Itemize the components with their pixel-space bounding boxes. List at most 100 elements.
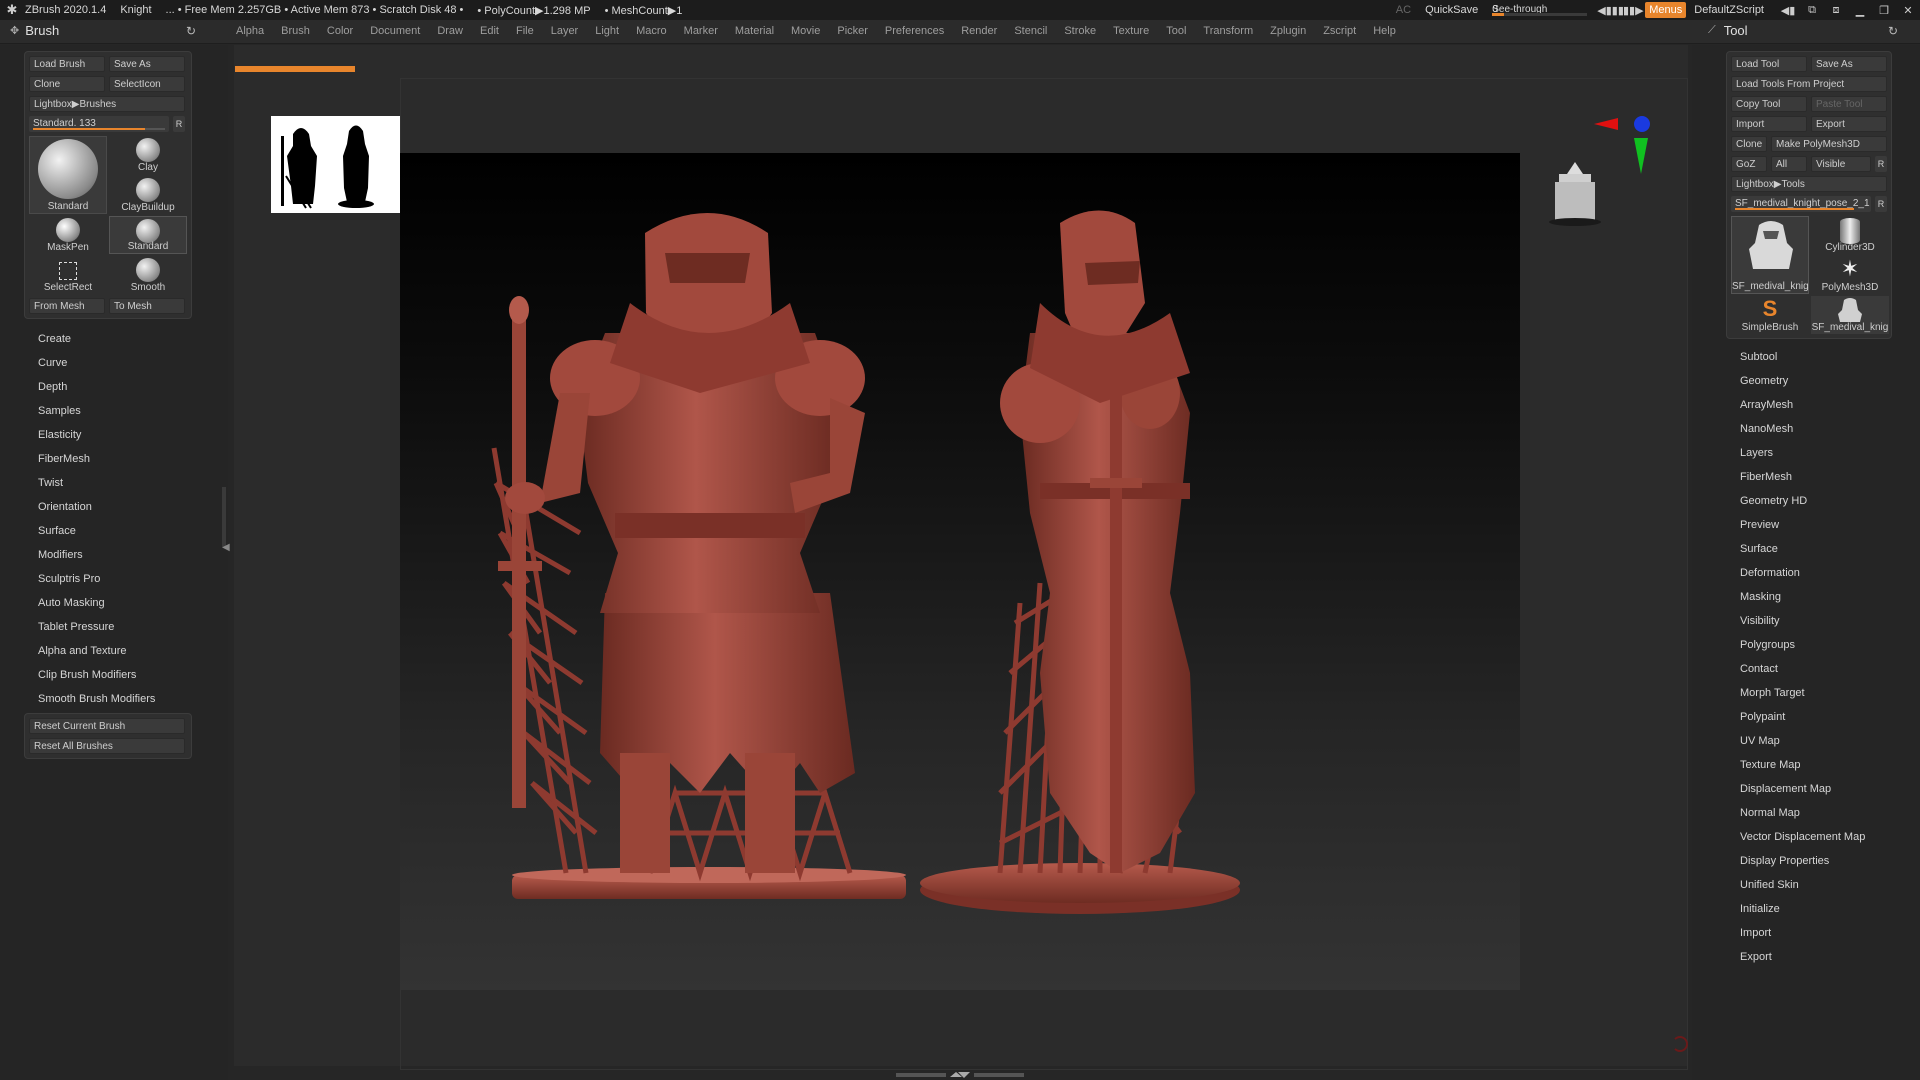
tool-submenu-uv-map[interactable]: UV Map [1740, 735, 1780, 747]
brush-palette-title[interactable]: ✥ Brush [10, 23, 59, 38]
tool-submenu-layers[interactable]: Layers [1740, 447, 1773, 459]
seethrough-slider[interactable]: See-through 0 [1492, 2, 1588, 18]
menu-preferences[interactable]: Preferences [885, 25, 944, 37]
menu-picker[interactable]: Picker [837, 25, 868, 37]
menu-material[interactable]: Material [735, 25, 774, 37]
brush-submenu-elasticity[interactable]: Elasticity [38, 429, 81, 441]
current-brush-standard[interactable]: Standard [29, 136, 107, 214]
tool-submenu-arraymesh[interactable]: ArrayMesh [1740, 399, 1793, 411]
goz-all-button[interactable]: All [1771, 156, 1807, 172]
tool-submenu-deformation[interactable]: Deformation [1740, 567, 1800, 579]
tool-save-as-button[interactable]: Save As [1811, 56, 1887, 72]
brush-submenu-curve[interactable]: Curve [38, 357, 67, 369]
load-brush-button[interactable]: Load Brush [29, 56, 105, 72]
tool-submenu-polygroups[interactable]: Polygroups [1740, 639, 1795, 651]
save-as-button[interactable]: Save As [109, 56, 185, 72]
tool-pin-icon[interactable]: ⟋ [1708, 24, 1716, 37]
tool-submenu-surface[interactable]: Surface [1740, 543, 1778, 555]
menu-zscript[interactable]: Zscript [1323, 25, 1356, 37]
tool-slider[interactable]: SF_medival_knight_pose_2_1 [1731, 196, 1871, 212]
brush-selectrect[interactable]: SelectRect [29, 256, 107, 294]
goz-button[interactable]: GoZ [1731, 156, 1767, 172]
tool-submenu-display-properties[interactable]: Display Properties [1740, 855, 1829, 867]
menu-marker[interactable]: Marker [684, 25, 718, 37]
tool-submenu-unified-skin[interactable]: Unified Skin [1740, 879, 1799, 891]
navigation-mannequin-icon[interactable] [1545, 160, 1605, 228]
brush-reset-icon[interactable]: ↻ [186, 24, 196, 38]
tool-palette-title[interactable]: ⟋ Tool [1708, 23, 1748, 38]
goz-r-button[interactable]: R [1875, 156, 1887, 172]
brush-submenu-smooth-brush-modifiers[interactable]: Smooth Brush Modifiers [38, 693, 155, 705]
menu-macro[interactable]: Macro [636, 25, 667, 37]
load-tools-from-project-button[interactable]: Load Tools From Project [1731, 76, 1887, 92]
brush-submenu-create[interactable]: Create [38, 333, 71, 345]
menu-document[interactable]: Document [370, 25, 420, 37]
brush-r-button[interactable]: R [173, 116, 185, 132]
reset-all-brushes-button[interactable]: Reset All Brushes [29, 738, 185, 754]
layout-icon[interactable]: ◀▮ [1776, 4, 1800, 17]
tool-submenu-morph-target[interactable]: Morph Target [1740, 687, 1805, 699]
brush-smooth[interactable]: Smooth [109, 256, 187, 294]
reset-current-brush-button[interactable]: Reset Current Brush [29, 718, 185, 734]
tool-submenu-texture-map[interactable]: Texture Map [1740, 759, 1801, 771]
tool-submenu-contact[interactable]: Contact [1740, 663, 1778, 675]
brush-clay[interactable]: Clay [109, 136, 187, 174]
close-icon[interactable]: ✕ [1896, 4, 1920, 17]
brush-submenu-samples[interactable]: Samples [38, 405, 81, 417]
lightbox-brushes-button[interactable]: Lightbox▶Brushes [29, 96, 185, 112]
menu-edit[interactable]: Edit [480, 25, 499, 37]
menu-stencil[interactable]: Stencil [1014, 25, 1047, 37]
tool-simplebrush[interactable]: S SimpleBrush [1731, 296, 1809, 334]
restore-icon[interactable]: ❐ [1872, 4, 1896, 17]
lightbox-tools-button[interactable]: Lightbox▶Tools [1731, 176, 1887, 192]
clone-button[interactable]: Clone [29, 76, 105, 92]
tool-knight-small[interactable]: SF_medival_knig [1811, 296, 1889, 334]
brush-submenu-clip-brush-modifiers[interactable]: Clip Brush Modifiers [38, 669, 136, 681]
tool-clone-button[interactable]: Clone [1731, 136, 1767, 152]
menu-alpha[interactable]: Alpha [236, 25, 264, 37]
brush-submenu-alpha-and-texture[interactable]: Alpha and Texture [38, 645, 126, 657]
menu-movie[interactable]: Movie [791, 25, 820, 37]
brush-submenu-orientation[interactable]: Orientation [38, 501, 92, 513]
layout-switch-icon[interactable]: ⧉ [1800, 4, 1824, 17]
menu-file[interactable]: File [516, 25, 534, 37]
3d-viewport[interactable] [400, 153, 1520, 990]
collapse-left-icon[interactable]: ◀ [222, 542, 230, 553]
to-mesh-button[interactable]: To Mesh [109, 298, 185, 314]
tool-submenu-fibermesh[interactable]: FiberMesh [1740, 471, 1792, 483]
menu-light[interactable]: Light [595, 25, 619, 37]
default-zscript-button[interactable]: DefaultZScript [1694, 4, 1764, 16]
brush-maskpen[interactable]: MaskPen [29, 216, 107, 254]
brush-standard[interactable]: Standard [109, 216, 187, 254]
menu-render[interactable]: Render [961, 25, 997, 37]
menu-color[interactable]: Color [327, 25, 353, 37]
menu-brush[interactable]: Brush [281, 25, 310, 37]
from-mesh-button[interactable]: From Mesh [29, 298, 105, 314]
menu-layer[interactable]: Layer [551, 25, 579, 37]
tool-cylinder3d[interactable]: Cylinder3D [1811, 216, 1889, 254]
left-tray-grip[interactable] [222, 487, 226, 547]
menu-zplugin[interactable]: Zplugin [1270, 25, 1306, 37]
tool-polymesh3d[interactable]: ✶ PolyMesh3D [1811, 256, 1889, 294]
menu-transform[interactable]: Transform [1203, 25, 1253, 37]
tool-submenu-subtool[interactable]: Subtool [1740, 351, 1777, 363]
tool-submenu-nanomesh[interactable]: NanoMesh [1740, 423, 1793, 435]
goz-visible-button[interactable]: Visible [1811, 156, 1871, 172]
brush-submenu-tablet-pressure[interactable]: Tablet Pressure [38, 621, 114, 633]
tool-submenu-geometry-hd[interactable]: Geometry HD [1740, 495, 1807, 507]
brush-submenu-modifiers[interactable]: Modifiers [38, 549, 83, 561]
quicksave-button[interactable]: QuickSave [1425, 4, 1478, 16]
tool-submenu-export[interactable]: Export [1740, 951, 1772, 963]
tool-submenu-masking[interactable]: Masking [1740, 591, 1781, 603]
brush-submenu-auto-masking[interactable]: Auto Masking [38, 597, 105, 609]
menu-draw[interactable]: Draw [437, 25, 463, 37]
zoom-ui-icon[interactable]: ◀▮▮▮ [1597, 4, 1624, 17]
brush-submenu-twist[interactable]: Twist [38, 477, 63, 489]
minimize-icon[interactable]: ▁ [1848, 4, 1872, 17]
reference-silhouette-image[interactable] [271, 116, 400, 213]
brush-claybuildup[interactable]: ClayBuildup [109, 176, 187, 214]
tool-reset-icon[interactable]: ↻ [1888, 24, 1898, 38]
tool-export-button[interactable]: Export [1811, 116, 1887, 132]
select-icon-button[interactable]: SelectIcon [109, 76, 185, 92]
tool-submenu-geometry[interactable]: Geometry [1740, 375, 1788, 387]
